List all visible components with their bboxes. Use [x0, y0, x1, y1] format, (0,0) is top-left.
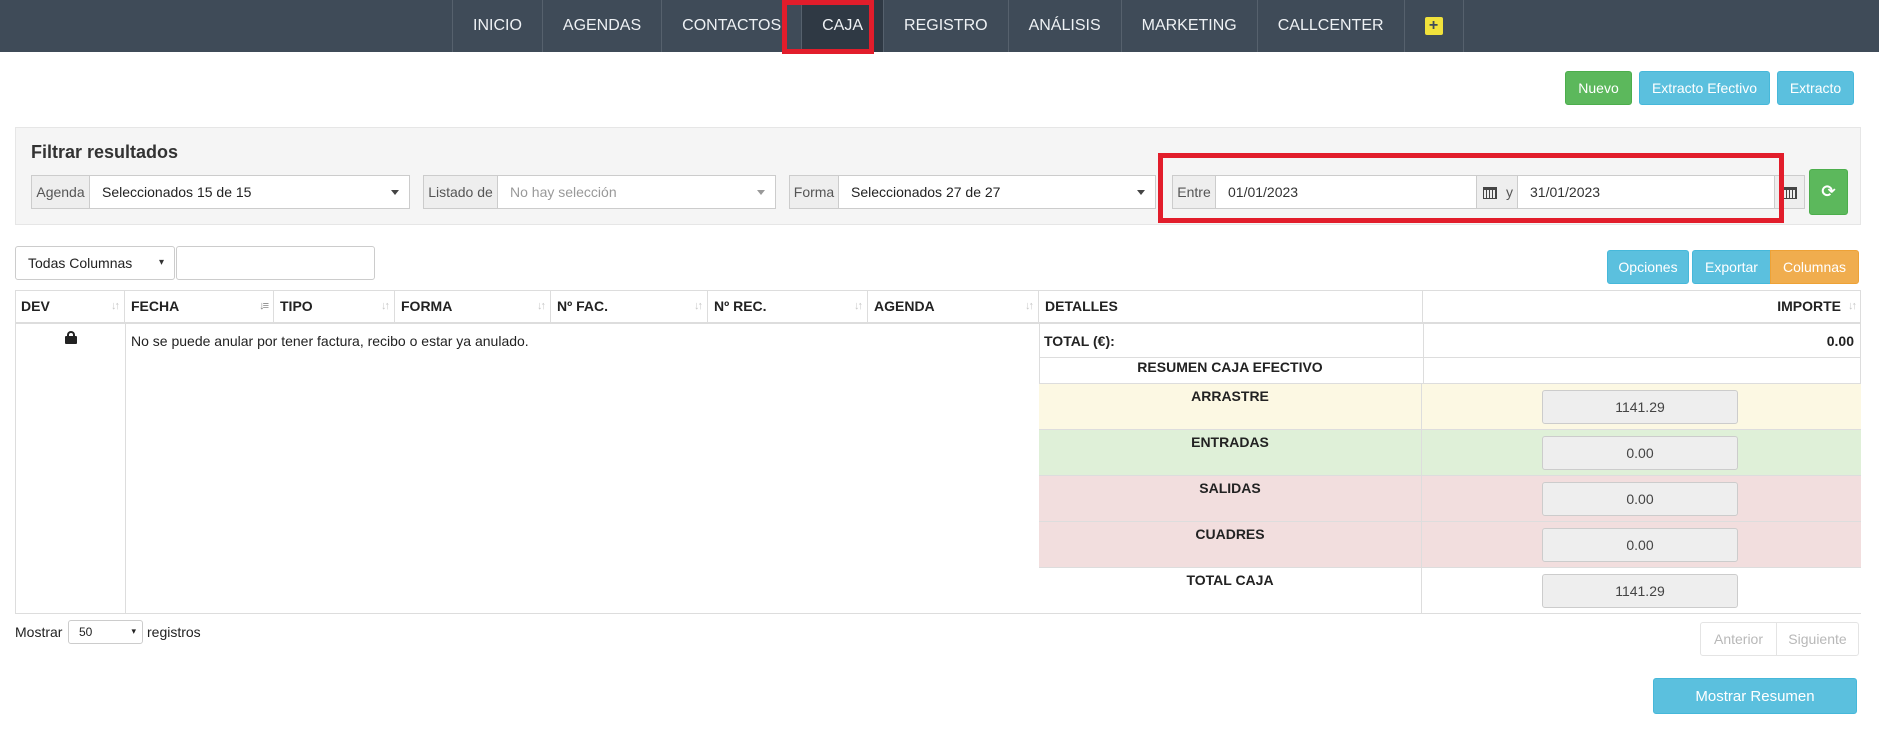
- summary-label: SALIDAS: [1199, 480, 1261, 496]
- plus-icon: +: [1424, 17, 1443, 35]
- th-tipo-label: TIPO: [280, 298, 313, 314]
- th-importe-label: IMPORTE: [1777, 298, 1841, 314]
- th-detalles: DETALLES: [1039, 290, 1423, 324]
- nav-item-callcenter[interactable]: CALLCENTER: [1256, 0, 1404, 52]
- summary-row-total-caja: TOTAL CAJA 1141.29: [1039, 567, 1861, 614]
- nav-item-contactos[interactable]: CONTACTOS: [661, 0, 801, 52]
- nav-item-registro[interactable]: REGISTRO: [883, 0, 1008, 52]
- refresh-button[interactable]: ⟳: [1809, 169, 1848, 215]
- listado-select-placeholder: No hay selección: [510, 184, 617, 200]
- nuevo-button[interactable]: Nuevo: [1565, 71, 1632, 105]
- summary-label: ENTRADAS: [1191, 434, 1269, 450]
- nav-item-marketing[interactable]: MARKETING: [1120, 0, 1257, 52]
- th-num-rec[interactable]: Nº REC. ↓↑: [708, 290, 868, 324]
- registros-label: registros: [147, 624, 201, 640]
- th-tipo[interactable]: TIPO ↓↑: [274, 290, 395, 324]
- caret-down-icon: [1137, 190, 1145, 195]
- th-dev[interactable]: DEV ↓↑: [15, 290, 125, 324]
- summary-row-salidas: SALIDAS 0.00: [1039, 475, 1861, 522]
- th-fecha[interactable]: FECHA ↓≡: [125, 290, 274, 324]
- sort-icon: ↓↑: [111, 300, 120, 312]
- page-size-select[interactable]: 50 ▾: [68, 620, 143, 644]
- th-forma-label: FORMA: [401, 298, 453, 314]
- mostrar-label: Mostrar: [15, 624, 63, 640]
- nav-item-add[interactable]: +: [1403, 0, 1464, 52]
- th-num-fac-label: Nº FAC.: [557, 298, 609, 314]
- forma-select[interactable]: Seleccionados 27 de 27: [838, 175, 1156, 209]
- agenda-label: Agenda: [31, 175, 90, 209]
- summary-row-cuadres: CUADRES 0.00: [1039, 521, 1861, 568]
- nav-item-agendas[interactable]: AGENDAS: [541, 0, 661, 52]
- th-agenda-label: AGENDA: [874, 298, 935, 314]
- sort-icon: ↓↑: [537, 300, 546, 312]
- column-select[interactable]: Todas Columnas ▾: [15, 246, 175, 280]
- sort-icon: ↓↑: [1025, 300, 1034, 312]
- refresh-icon: ⟳: [1821, 182, 1836, 201]
- th-num-fac[interactable]: Nº FAC. ↓↑: [551, 290, 708, 324]
- th-detalles-label: DETALLES: [1045, 298, 1118, 314]
- agenda-select[interactable]: Seleccionados 15 de 15: [89, 175, 410, 209]
- total-label: TOTAL (€):: [1044, 333, 1115, 349]
- th-num-rec-label: Nº REC.: [714, 298, 767, 314]
- agenda-select-value: Seleccionados 15 de 15: [102, 184, 252, 200]
- calendar-icon: [1783, 187, 1797, 199]
- highlight-nav-caja: [782, 0, 874, 54]
- th-forma[interactable]: FORMA ↓↑: [395, 290, 551, 324]
- sort-desc-icon: ↓≡: [259, 300, 269, 312]
- filter-title: Filtrar resultados: [31, 142, 179, 162]
- extracto-button[interactable]: Extracto: [1777, 71, 1854, 105]
- mostrar-resumen-button[interactable]: Mostrar Resumen: [1653, 678, 1857, 714]
- top-navbar: INICIO AGENDAS CONTACTOS CAJA REGISTRO A…: [0, 0, 1879, 52]
- caret-down-icon: [757, 190, 765, 195]
- summary-label: ARRASTRE: [1191, 388, 1269, 404]
- forma-label: Forma: [789, 175, 839, 209]
- row-divider: [1039, 357, 1861, 358]
- summary-row-arrastre: ARRASTRE 1141.29: [1039, 383, 1861, 430]
- caret-down-icon: [391, 190, 399, 195]
- summary-value-cuadres: 0.00: [1542, 528, 1738, 562]
- chevron-down-icon: ▾: [131, 626, 136, 636]
- exportar-button[interactable]: Exportar: [1692, 250, 1771, 284]
- summary-value-entradas: 0.00: [1542, 436, 1738, 470]
- column-select-value: Todas Columnas: [28, 255, 133, 271]
- summary-title: RESUMEN CAJA EFECTIVO: [1137, 359, 1323, 375]
- listado-select[interactable]: No hay selección: [497, 175, 776, 209]
- summary-label: CUADRES: [1195, 526, 1265, 542]
- row-note: No se puede anular por tener factura, re…: [131, 333, 529, 349]
- nav-item-analisis[interactable]: ANÁLISIS: [1007, 0, 1121, 52]
- summary-value-arrastre: 1141.29: [1542, 390, 1738, 424]
- total-value: 0.00: [1826, 333, 1854, 349]
- pager-siguiente[interactable]: Siguiente: [1776, 622, 1859, 656]
- highlight-date-range: [1158, 153, 1784, 223]
- forma-select-value: Seleccionados 27 de 27: [851, 184, 1001, 200]
- page-size-value: 50: [79, 625, 93, 639]
- nav-item-inicio[interactable]: INICIO: [452, 0, 542, 52]
- th-agenda[interactable]: AGENDA ↓↑: [868, 290, 1039, 324]
- lock-icon: [65, 331, 77, 344]
- th-fecha-label: FECHA: [131, 298, 180, 314]
- extracto-efectivo-button[interactable]: Extracto Efectivo: [1639, 71, 1770, 105]
- summary-row-entradas: ENTRADAS 0.00: [1039, 429, 1861, 476]
- summary-value-salidas: 0.00: [1542, 482, 1738, 516]
- sort-icon: ↓↑: [854, 300, 863, 312]
- th-dev-label: DEV: [21, 298, 50, 314]
- listado-label: Listado de: [423, 175, 498, 209]
- summary-value-total-caja: 1141.29: [1542, 574, 1738, 608]
- sort-icon: ↓↑: [1848, 300, 1857, 312]
- th-importe[interactable]: IMPORTE ↓↑: [1423, 290, 1861, 324]
- opciones-button[interactable]: Opciones: [1607, 250, 1689, 284]
- main-nav: INICIO AGENDAS CONTACTOS CAJA REGISTRO A…: [452, 0, 1464, 52]
- search-input[interactable]: [176, 246, 375, 280]
- sort-icon: ↓↑: [381, 300, 390, 312]
- pager-anterior[interactable]: Anterior: [1700, 622, 1777, 656]
- columnas-button[interactable]: Columnas: [1770, 250, 1859, 284]
- summary-label: TOTAL CAJA: [1186, 572, 1274, 588]
- chevron-down-icon: ▾: [158, 257, 164, 268]
- sort-icon: ↓↑: [694, 300, 703, 312]
- col-divider: [125, 324, 126, 614]
